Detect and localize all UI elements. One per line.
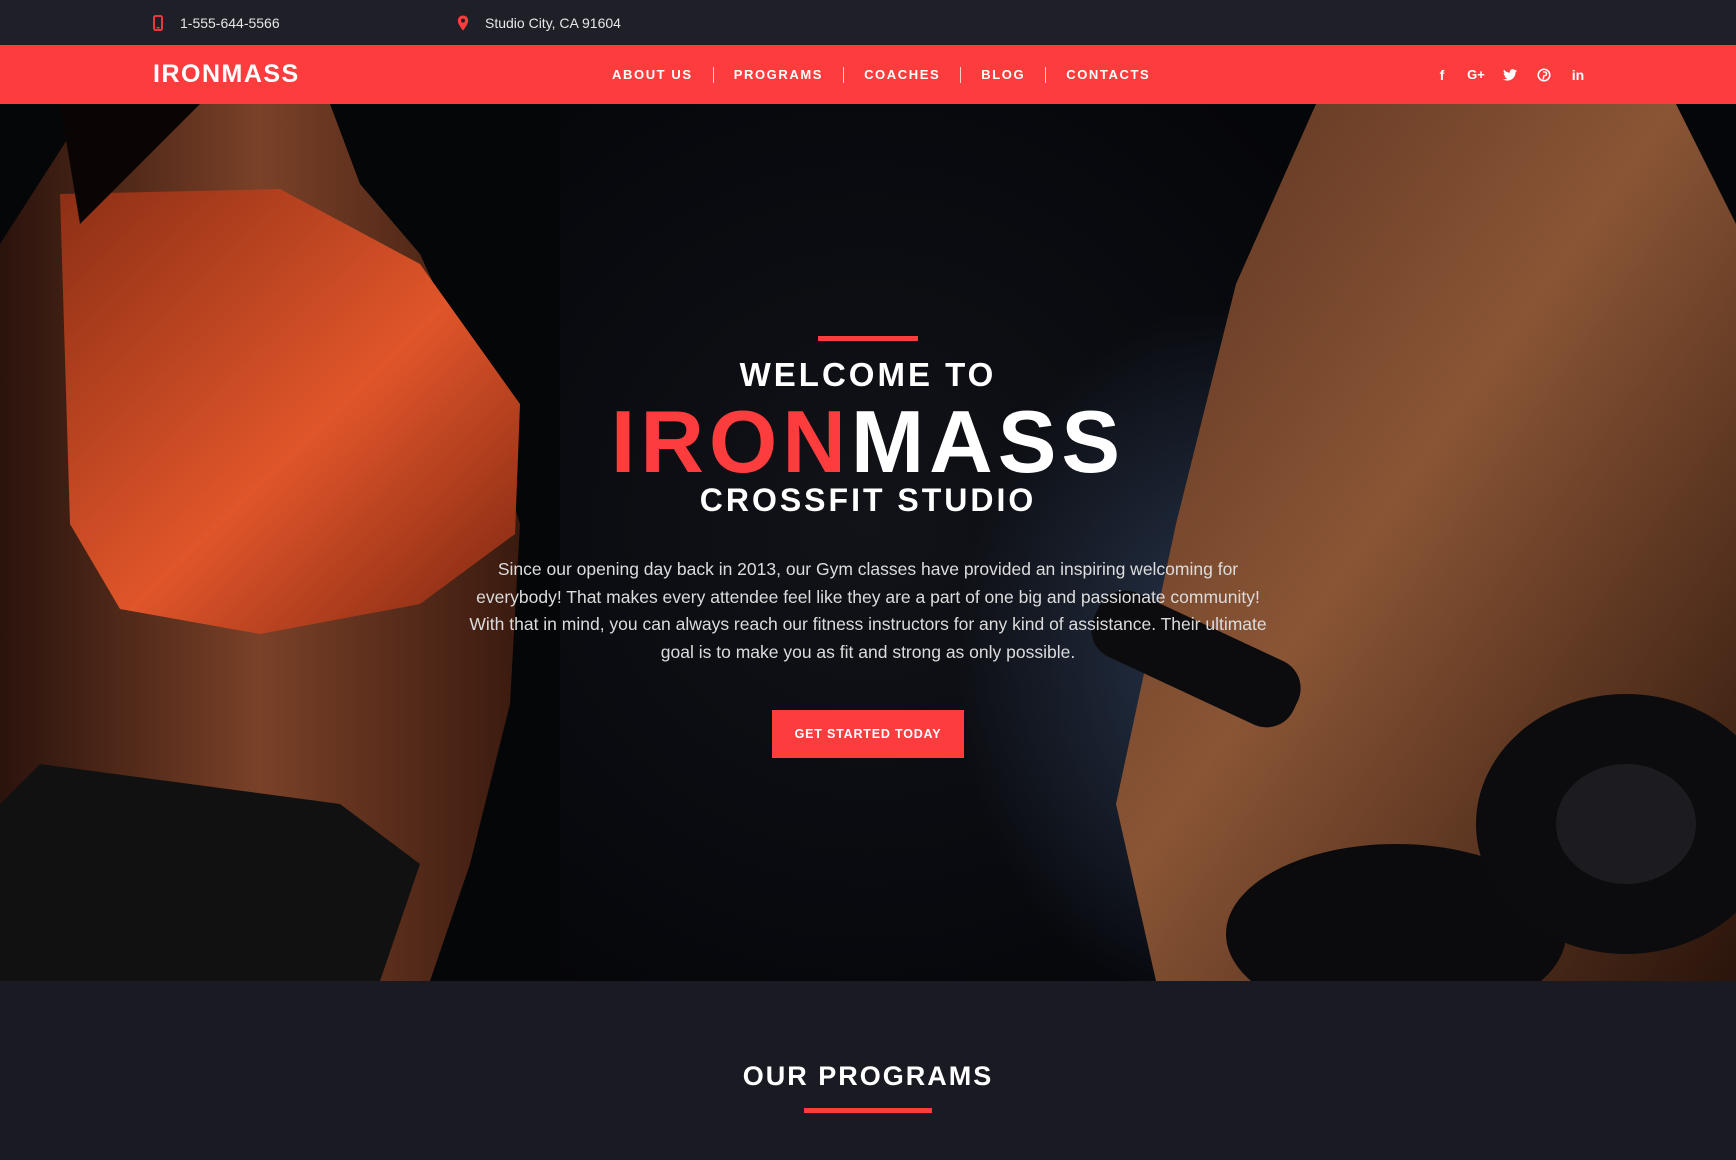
hero-banner: WELCOME TO IRONMASS CROSSFIT STUDIO Sinc… xyxy=(0,104,1736,981)
phone-number: 1-555-644-5566 xyxy=(180,14,280,31)
map-pin-icon xyxy=(455,15,471,31)
hero-intro-text: Since our opening day back in 2013, our … xyxy=(469,559,1267,662)
nav-item-blog[interactable]: BLOG xyxy=(961,67,1045,82)
hero-accent-line xyxy=(818,336,918,341)
phone-icon xyxy=(150,14,166,31)
social-links: f G+ in xyxy=(1434,45,1586,104)
pinterest-icon[interactable] xyxy=(1536,67,1552,83)
hero-welcome: WELCOME TO xyxy=(739,356,997,393)
facebook-icon[interactable]: f xyxy=(1434,67,1450,83)
top-info-bar: 1-555-644-5566 Studio City, CA 91604 xyxy=(0,0,1736,45)
linkedin-icon[interactable]: in xyxy=(1570,67,1586,83)
hero-content: WELCOME TO IRONMASS CROSSFIT STUDIO Sinc… xyxy=(0,104,1736,981)
get-started-button[interactable]: GET STARTED TODAY xyxy=(772,710,964,758)
site-logo[interactable]: IRONMASS xyxy=(153,45,300,104)
phone-contact[interactable]: 1-555-644-5566 xyxy=(150,0,280,45)
nav-item-about-us[interactable]: ABOUT US xyxy=(592,67,713,82)
hero-subtitle: CROSSFIT STUDIO xyxy=(699,482,1037,518)
nav-item-programs[interactable]: PROGRAMS xyxy=(714,67,843,82)
programs-accent-line xyxy=(804,1108,932,1113)
hero-brand-title: IRONMASS xyxy=(0,392,1736,492)
nav-item-contacts[interactable]: CONTACTS xyxy=(1046,67,1170,82)
main-navbar: IRONMASS ABOUT US PROGRAMS COACHES BLOG … xyxy=(0,45,1736,104)
main-menu: ABOUT US PROGRAMS COACHES BLOG CONTACTS xyxy=(592,45,1170,104)
programs-title: OUR PROGRAMS xyxy=(742,1061,994,1091)
location-contact: Studio City, CA 91604 xyxy=(455,0,621,45)
twitter-icon[interactable] xyxy=(1502,67,1518,83)
nav-item-coaches[interactable]: COACHES xyxy=(844,67,960,82)
programs-section: OUR PROGRAMS xyxy=(0,981,1736,1160)
hero-brand-iron: IRON xyxy=(610,392,851,491)
hero-brand-mass: MASS xyxy=(850,392,1126,491)
location-text: Studio City, CA 91604 xyxy=(485,14,621,31)
google-plus-icon[interactable]: G+ xyxy=(1467,67,1485,83)
